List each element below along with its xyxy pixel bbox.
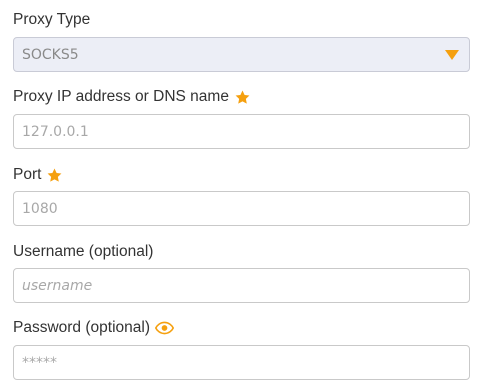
port-label: Port	[13, 165, 63, 185]
proxy-type-label: Proxy Type	[13, 10, 90, 30]
proxy-type-select[interactable]: SOCKS5	[13, 37, 470, 72]
chevron-down-icon[interactable]	[445, 49, 459, 60]
username-input[interactable]	[22, 277, 461, 294]
port-label-text: Port	[13, 166, 42, 183]
username-label-text: Username (optional)	[13, 243, 154, 260]
password-field[interactable]	[13, 345, 470, 380]
eye-icon[interactable]	[154, 321, 174, 335]
proxy-host-label: Proxy IP address or DNS name	[13, 87, 251, 107]
username-label: Username (optional)	[13, 242, 153, 262]
proxy-type-selected-value: SOCKS5	[22, 46, 79, 63]
star-icon	[234, 89, 251, 106]
port-field[interactable]	[13, 191, 470, 226]
password-label-text: Password (optional)	[13, 319, 150, 336]
proxy-host-field[interactable]	[13, 114, 470, 149]
password-input[interactable]	[22, 354, 461, 371]
password-label: Password (optional)	[13, 318, 174, 338]
username-field[interactable]	[13, 268, 470, 303]
proxy-host-input[interactable]	[22, 123, 461, 140]
proxy-type-label-text: Proxy Type	[13, 11, 91, 28]
star-icon	[46, 167, 63, 184]
port-input[interactable]	[22, 200, 461, 217]
proxy-host-label-text: Proxy IP address or DNS name	[13, 88, 229, 105]
